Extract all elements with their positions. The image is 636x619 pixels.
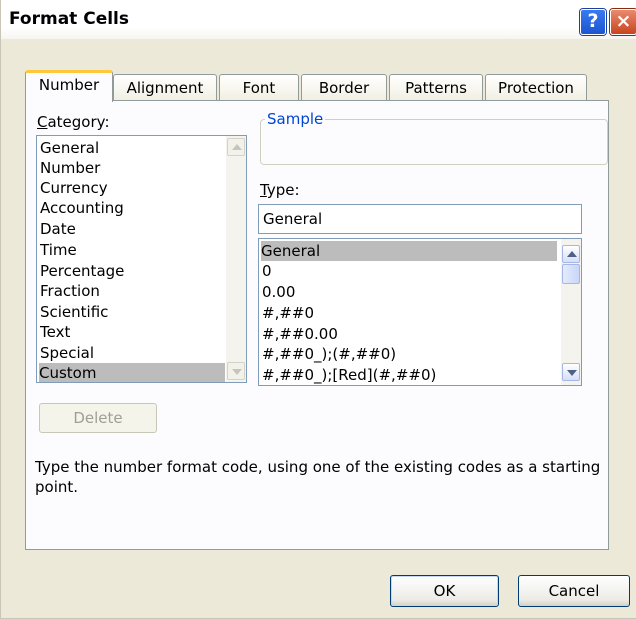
- category-item-percentage[interactable]: Percentage: [40, 261, 124, 281]
- category-item-special[interactable]: Special: [40, 343, 94, 363]
- chevron-up-icon: [567, 251, 577, 257]
- tab-protection-label: Protection: [498, 79, 574, 97]
- tab-number[interactable]: Number: [25, 70, 113, 102]
- type-item-general[interactable]: General: [261, 241, 557, 261]
- type-item-thousands-red[interactable]: #,##0_);[Red](#,##0): [262, 365, 436, 385]
- chevron-up-icon: [232, 144, 242, 150]
- category-item-currency[interactable]: Currency: [40, 178, 108, 198]
- category-item-date[interactable]: Date: [40, 219, 76, 239]
- category-item-text[interactable]: Text: [40, 322, 70, 342]
- category-label: Category:: [37, 113, 110, 131]
- category-scroll-up-button[interactable]: [227, 138, 245, 156]
- type-item-thousands-paren[interactable]: #,##0_);(#,##0): [262, 344, 396, 364]
- tab-alignment-label: Alignment: [126, 79, 204, 97]
- category-listbox[interactable]: General Number Currency Accounting Date …: [36, 135, 247, 383]
- type-scrollbar[interactable]: [561, 239, 581, 385]
- category-item-fraction[interactable]: Fraction: [40, 281, 100, 301]
- type-scroll-up-button[interactable]: [562, 245, 580, 263]
- type-item-0[interactable]: 0: [262, 261, 272, 281]
- type-mnemonic: T: [260, 181, 267, 199]
- category-mnemonic: C: [37, 113, 48, 131]
- chevron-down-icon: [567, 370, 577, 376]
- tab-protection[interactable]: Protection: [485, 74, 587, 101]
- tab-alignment[interactable]: Alignment: [113, 74, 217, 101]
- sample-groupbox: Sample: [260, 110, 608, 165]
- type-item-thousands[interactable]: #,##0: [262, 303, 314, 323]
- window-title: Format Cells: [9, 9, 129, 29]
- sample-legend: Sample: [265, 110, 326, 128]
- tab-number-label: Number: [38, 76, 100, 94]
- tab-font-label: Font: [242, 79, 276, 97]
- format-description: Type the number format code, using one o…: [35, 458, 601, 496]
- format-cells-dialog: Format Cells ? × Number Alignment Font B…: [0, 0, 636, 619]
- type-scroll-down-button[interactable]: [562, 363, 580, 381]
- type-listbox[interactable]: General 0 0.00 #,##0 #,##0.00 #,##0_);(#…: [258, 238, 582, 386]
- category-label-text: ategory:: [47, 113, 110, 131]
- ok-button[interactable]: OK: [390, 575, 499, 607]
- category-item-accounting[interactable]: Accounting: [40, 198, 124, 218]
- category-item-number[interactable]: Number: [40, 158, 100, 178]
- help-button[interactable]: ?: [580, 9, 606, 35]
- tab-font[interactable]: Font: [219, 74, 299, 101]
- category-item-general[interactable]: General: [40, 138, 99, 158]
- category-item-time[interactable]: Time: [40, 240, 77, 260]
- title-bar[interactable]: Format Cells ? ×: [1, 0, 636, 39]
- type-item-0-00[interactable]: 0.00: [262, 282, 295, 302]
- tab-patterns[interactable]: Patterns: [389, 74, 483, 101]
- category-item-scientific[interactable]: Scientific: [40, 302, 108, 322]
- tab-border[interactable]: Border: [301, 74, 387, 101]
- cancel-button[interactable]: Cancel: [518, 575, 630, 607]
- close-icon: ×: [615, 10, 632, 32]
- type-scroll-thumb[interactable]: [562, 264, 580, 284]
- help-icon: ?: [587, 10, 599, 32]
- type-item-thousands-decimal[interactable]: #,##0.00: [262, 324, 338, 344]
- close-button[interactable]: ×: [610, 9, 636, 35]
- type-label-text: ype:: [266, 181, 300, 199]
- chevron-down-icon: [232, 369, 242, 375]
- type-label: Type:: [260, 181, 300, 199]
- type-input[interactable]: General: [258, 204, 582, 234]
- tab-patterns-label: Patterns: [405, 79, 467, 97]
- category-scrollbar[interactable]: [226, 136, 246, 382]
- tab-border-label: Border: [318, 79, 370, 97]
- number-tab-panel: Category: General Number Currency Accoun…: [25, 100, 609, 550]
- category-scroll-down-button[interactable]: [227, 362, 245, 380]
- category-item-custom[interactable]: Custom: [39, 363, 225, 382]
- delete-button[interactable]: Delete: [39, 403, 157, 433]
